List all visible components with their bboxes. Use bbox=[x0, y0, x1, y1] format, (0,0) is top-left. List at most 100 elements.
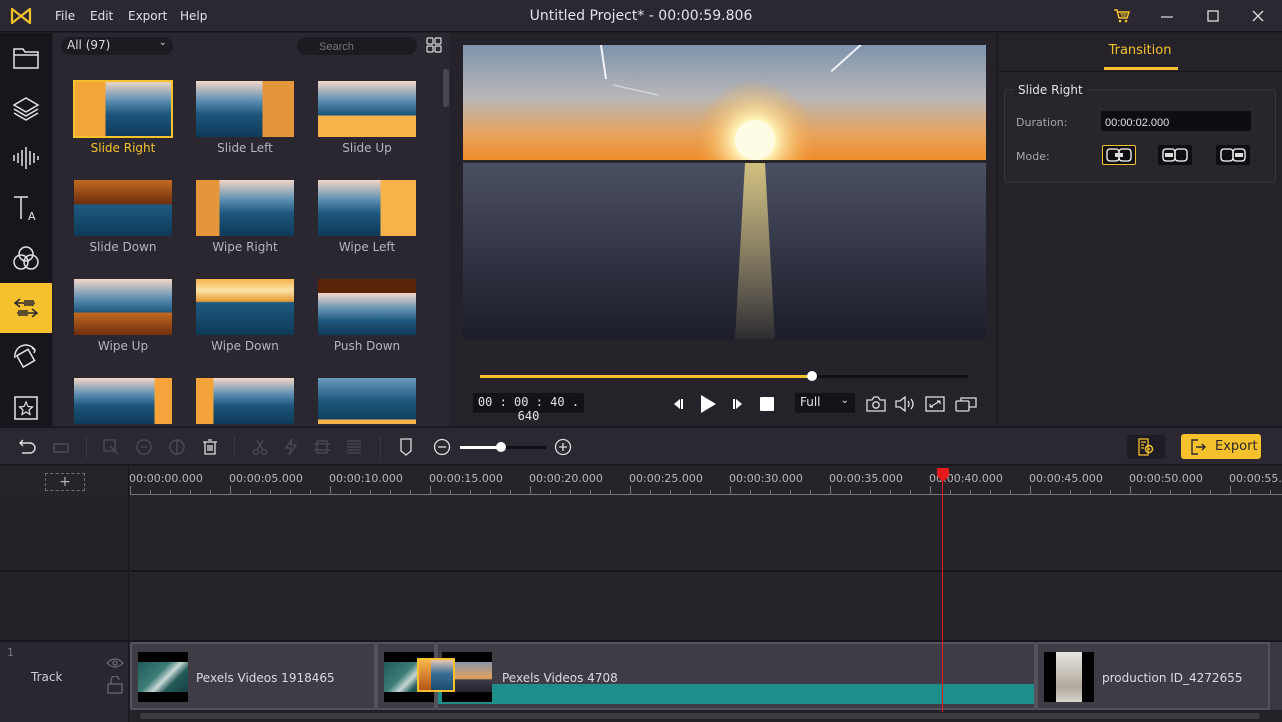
empty-track[interactable] bbox=[130, 572, 1282, 642]
ruler-tick bbox=[1110, 490, 1111, 494]
zoom-out-button[interactable] bbox=[432, 437, 452, 457]
ruler-tick bbox=[610, 490, 611, 494]
close-button[interactable] bbox=[1246, 6, 1270, 26]
transition-item[interactable]: Wipe Up bbox=[74, 279, 172, 369]
ruler-tick bbox=[1070, 490, 1071, 494]
transition-item[interactable]: Wipe Down bbox=[196, 279, 294, 369]
sidebar-item-media[interactable] bbox=[0, 33, 52, 83]
ruler-tick bbox=[530, 486, 531, 494]
transition-item[interactable]: Wipe Left bbox=[318, 180, 416, 270]
eye-icon[interactable] bbox=[106, 657, 124, 669]
timeline-clip[interactable]: Pexels Videos 1918465 bbox=[130, 642, 376, 710]
search-input[interactable] bbox=[297, 37, 417, 55]
playback-progress-slider[interactable] bbox=[480, 371, 968, 381]
timeline-scrollbar[interactable] bbox=[140, 713, 1260, 719]
ruler-time-label: 00:00:20.000 bbox=[529, 472, 603, 485]
timeline-clip[interactable]: production ID_4272655 bbox=[1036, 642, 1270, 710]
color-button[interactable] bbox=[167, 437, 187, 457]
export-button[interactable]: Export bbox=[1181, 434, 1261, 459]
sidebar-item-elements[interactable] bbox=[0, 383, 52, 433]
snapshot-button[interactable] bbox=[865, 394, 887, 414]
crop-button[interactable] bbox=[101, 437, 121, 457]
sidebar-item-transitions[interactable] bbox=[0, 283, 52, 333]
tab-transition[interactable]: Transition bbox=[1104, 43, 1176, 58]
menu-export[interactable]: Export bbox=[128, 9, 167, 23]
color-icon bbox=[169, 439, 185, 455]
marker-button[interactable] bbox=[396, 437, 416, 457]
transition-item[interactable]: Slide Left bbox=[196, 81, 294, 171]
mode-right-button[interactable] bbox=[1216, 145, 1250, 165]
prev-frame-button[interactable] bbox=[668, 394, 688, 414]
grid-view-button[interactable] bbox=[426, 37, 442, 56]
transition-item[interactable]: Push Down bbox=[318, 279, 416, 369]
track-label: Track bbox=[31, 670, 63, 684]
library-scrollbar[interactable] bbox=[443, 69, 449, 107]
menu-file[interactable]: File bbox=[55, 9, 75, 23]
next-frame-button[interactable] bbox=[728, 394, 748, 414]
minimize-button[interactable] bbox=[1155, 6, 1179, 26]
timeline-zoom-handle[interactable] bbox=[496, 442, 507, 452]
ruler-tick bbox=[210, 490, 211, 494]
sidebar-item-filters[interactable] bbox=[0, 233, 52, 283]
video-preview bbox=[463, 45, 986, 339]
playback-progress-handle[interactable] bbox=[806, 371, 817, 381]
transition-item[interactable]: Slide Right bbox=[73, 80, 173, 171]
maximize-button[interactable] bbox=[1201, 6, 1225, 26]
mode-left-button[interactable] bbox=[1158, 145, 1192, 165]
plus-icon: + bbox=[59, 474, 71, 490]
transition-item[interactable]: Wipe Right bbox=[196, 180, 294, 270]
play-button[interactable] bbox=[696, 394, 720, 414]
ruler-tick bbox=[670, 490, 671, 494]
unlock-icon[interactable] bbox=[107, 676, 123, 694]
fullscreen-button[interactable] bbox=[924, 394, 946, 414]
transition-marker[interactable] bbox=[417, 658, 455, 692]
menu-help[interactable]: Help bbox=[180, 9, 207, 23]
mode-center-icon bbox=[1106, 148, 1132, 162]
ruler-tick bbox=[130, 486, 131, 494]
crop-frame-button[interactable] bbox=[312, 437, 332, 457]
detach-preview-button[interactable] bbox=[954, 394, 978, 414]
category-filter-dropdown[interactable]: All (97) ⌄ bbox=[61, 37, 173, 55]
mode-right-icon bbox=[1220, 148, 1246, 162]
add-track-button[interactable]: + bbox=[45, 473, 85, 491]
empty-track[interactable] bbox=[130, 497, 1282, 572]
mode-center-button[interactable] bbox=[1102, 145, 1136, 165]
split-button[interactable] bbox=[250, 437, 270, 457]
playhead-handle-icon[interactable] bbox=[936, 468, 950, 482]
export-settings-button[interactable] bbox=[1127, 435, 1165, 459]
sidebar-item-text[interactable]: A bbox=[0, 183, 52, 233]
speed-button[interactable] bbox=[134, 437, 154, 457]
duration-input[interactable] bbox=[1101, 111, 1251, 131]
timeline-clip[interactable]: Pexels Videos 4708 bbox=[436, 642, 1036, 710]
title-bar: File Edit Export Help Untitled Project* … bbox=[0, 0, 1282, 32]
transition-item[interactable]: Slide Up bbox=[318, 81, 416, 171]
sidebar-item-audio[interactable] bbox=[0, 133, 52, 183]
cart-button[interactable] bbox=[1110, 6, 1134, 26]
menu-edit[interactable]: Edit bbox=[90, 9, 113, 23]
ruler-tick bbox=[830, 486, 831, 494]
redo-icon bbox=[53, 443, 69, 453]
transition-thumbnail bbox=[318, 81, 416, 137]
freeze-button[interactable] bbox=[281, 437, 301, 457]
delete-button[interactable] bbox=[200, 437, 220, 457]
scissors-icon bbox=[252, 439, 268, 456]
sidebar-item-motion[interactable] bbox=[0, 333, 52, 383]
close-icon bbox=[1252, 10, 1264, 22]
zoom-in-button[interactable] bbox=[553, 437, 573, 457]
undo-button[interactable] bbox=[18, 437, 38, 457]
playhead[interactable] bbox=[941, 478, 943, 712]
transition-item[interactable]: Slide Down bbox=[74, 180, 172, 270]
timeline-zoom-slider[interactable] bbox=[460, 442, 546, 452]
transition-thumbnail bbox=[318, 378, 416, 424]
ruler-tick bbox=[1030, 486, 1031, 494]
stop-button[interactable] bbox=[757, 394, 777, 414]
redo-button[interactable] bbox=[52, 437, 72, 457]
mosaic-button[interactable] bbox=[344, 437, 364, 457]
preview-quality-dropdown[interactable]: Full ⌄ bbox=[795, 393, 855, 413]
sidebar-item-layers[interactable] bbox=[0, 83, 52, 133]
track-number: 1 bbox=[7, 646, 14, 659]
ruler-tick bbox=[890, 490, 891, 494]
time-ruler[interactable]: 00:00:00.000 00:00:05.000 00:00:10.000 00:0… bbox=[129, 466, 1282, 496]
clip-audio-waveform bbox=[438, 684, 1034, 704]
volume-button[interactable] bbox=[894, 394, 916, 414]
